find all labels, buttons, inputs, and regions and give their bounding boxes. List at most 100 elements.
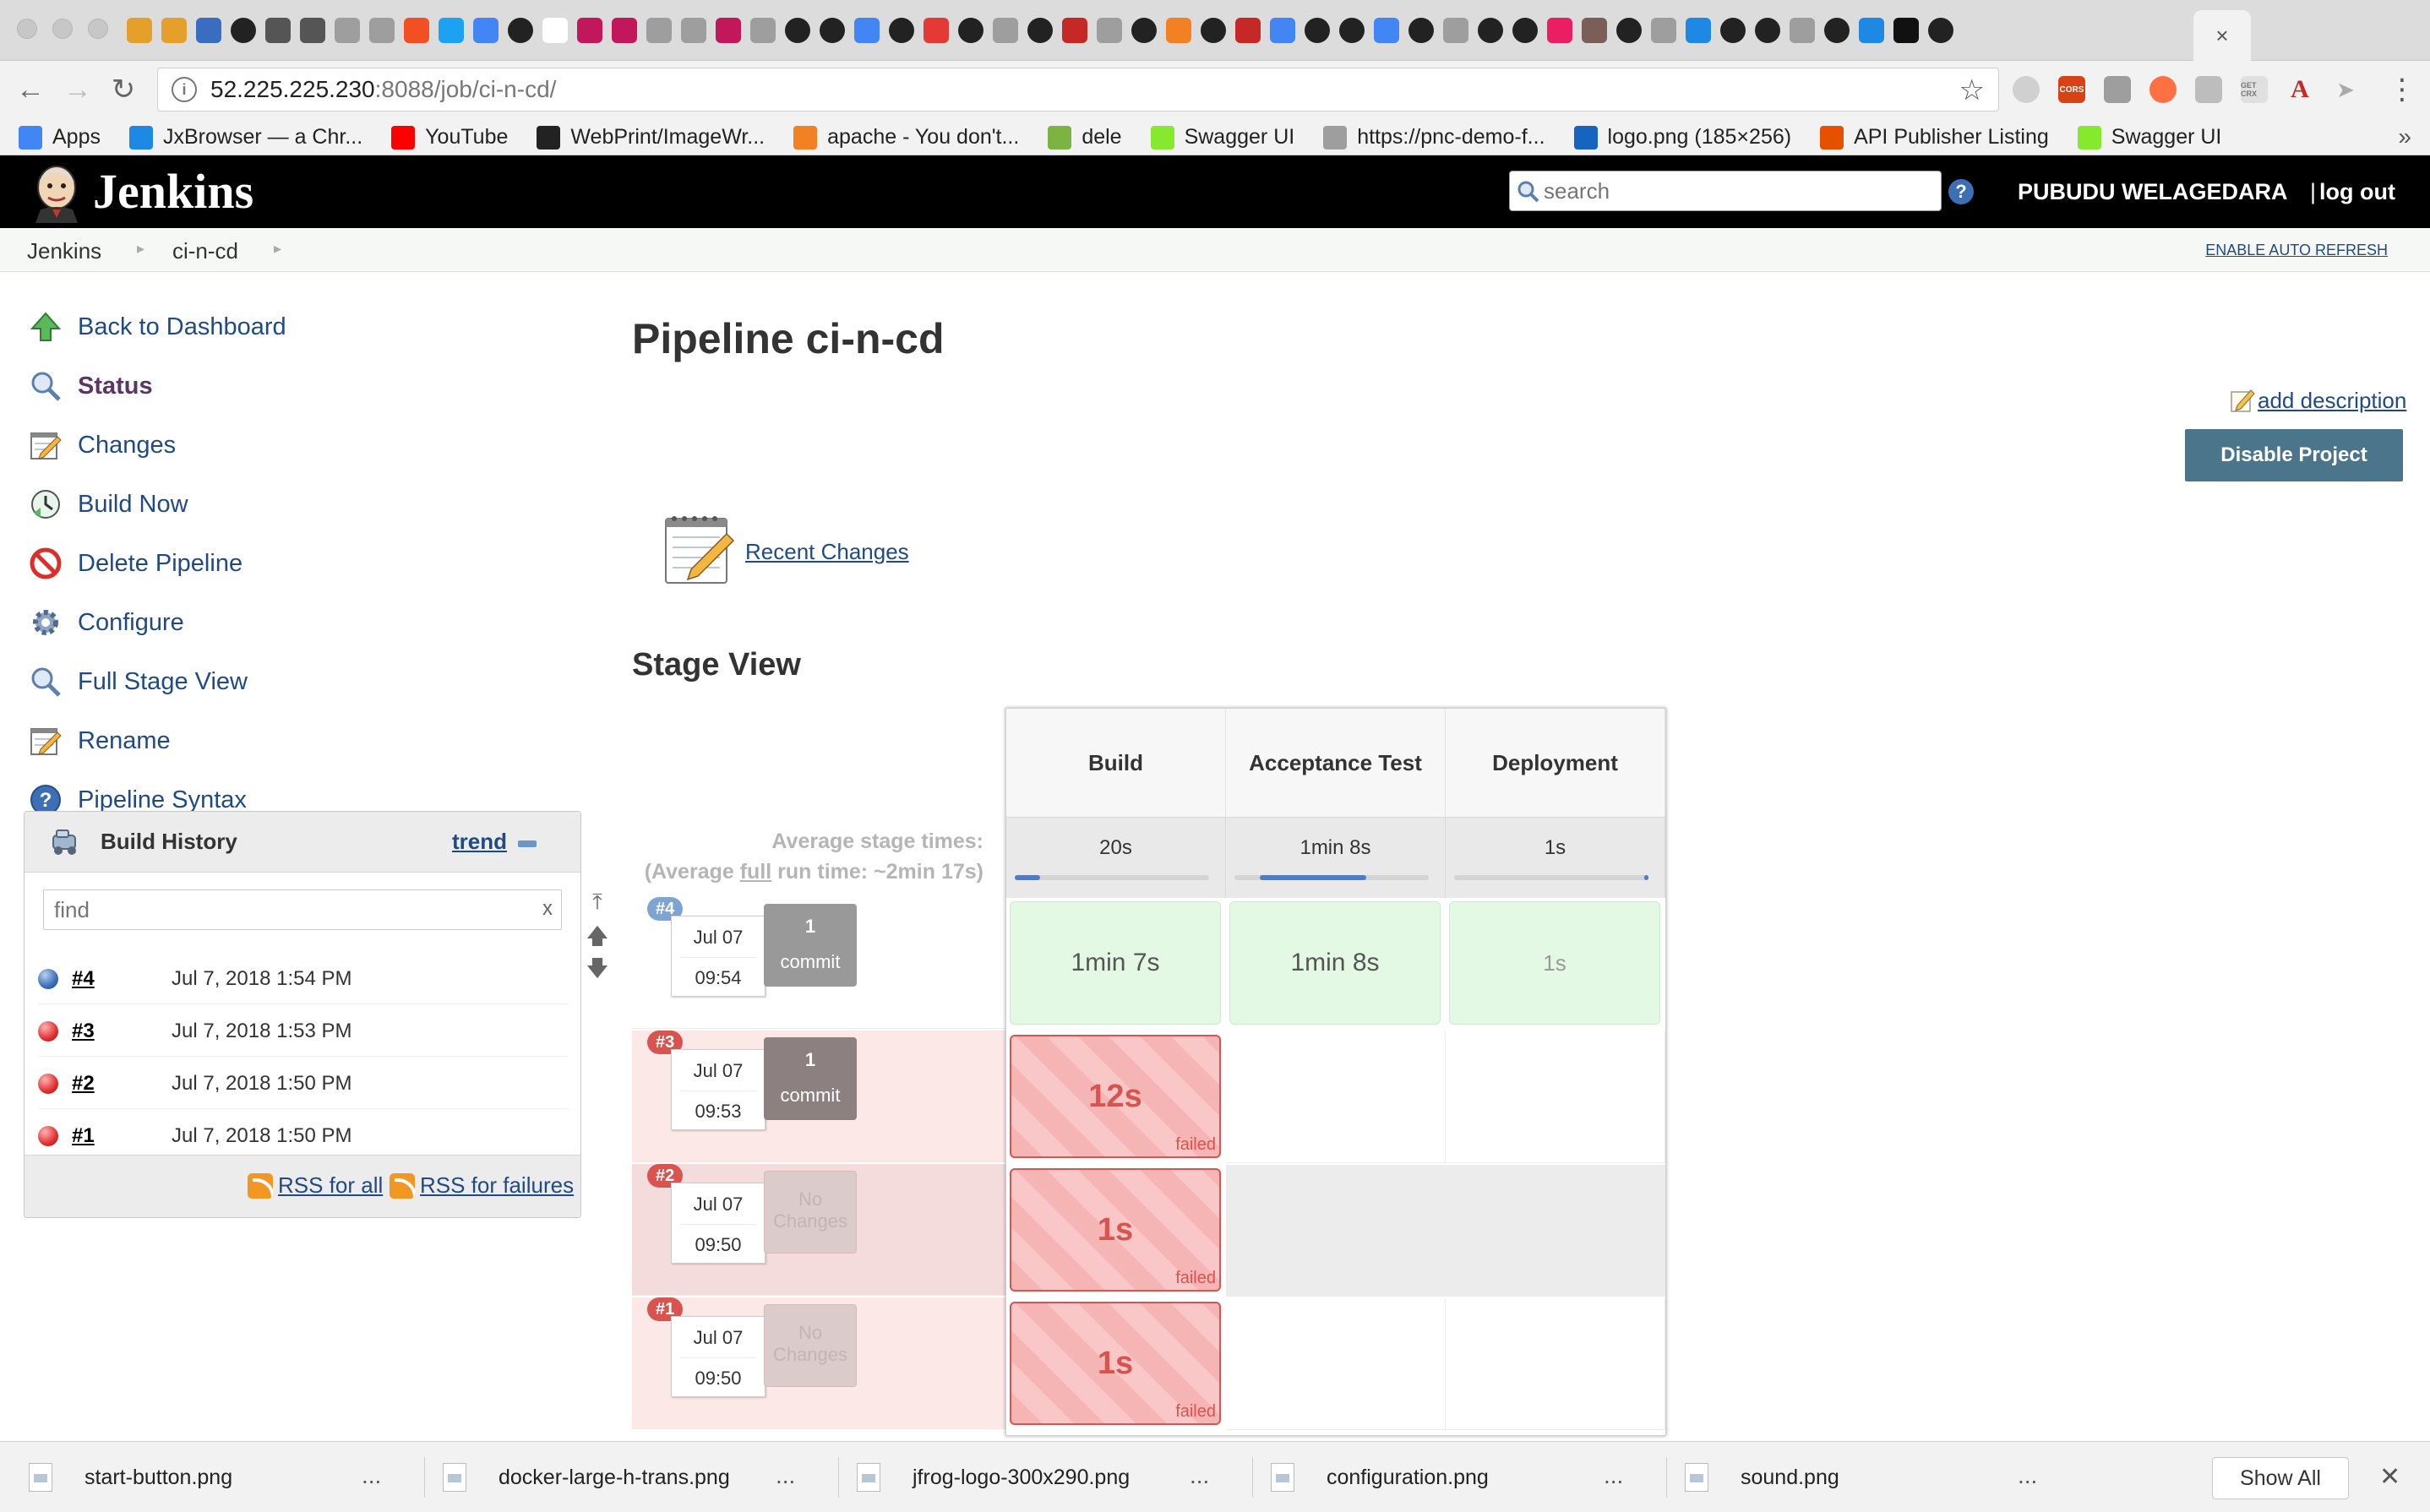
build-date[interactable]: Jul 7, 2018 1:53 PM: [172, 1020, 351, 1043]
run-row[interactable]: #3 Jul 07 09:53 1 commit: [632, 1031, 1005, 1162]
bookmark-item[interactable]: Apps: [19, 125, 101, 150]
tab-favicon-icon[interactable]: [231, 18, 256, 43]
tab-favicon-icon[interactable]: [265, 18, 291, 43]
scroll-top-icon[interactable]: ⤒: [592, 889, 602, 921]
tab-favicon-icon[interactable]: [854, 18, 880, 43]
tab-favicon-icon[interactable]: [404, 18, 429, 43]
disable-project-button[interactable]: Disable Project: [2185, 429, 2403, 481]
download-item[interactable]: sound.png...: [1685, 1442, 2072, 1512]
tab-favicon-icon[interactable]: [127, 18, 152, 43]
tab-favicon-icon[interactable]: [300, 18, 325, 43]
run-changes-box[interactable]: 1 commit: [764, 1037, 857, 1120]
tab-favicon-icon[interactable]: [1893, 18, 1919, 43]
maximize-window-button[interactable]: [88, 19, 108, 39]
scroll-up-icon[interactable]: 🡅: [586, 921, 609, 953]
tab-favicon-icon[interactable]: [577, 18, 602, 43]
recent-changes-link[interactable]: Recent Changes: [745, 539, 909, 565]
reload-icon[interactable]: ↻: [105, 71, 142, 108]
tab-favicon-icon[interactable]: [1131, 18, 1157, 43]
orange-extension-icon[interactable]: [2149, 76, 2177, 103]
tab-favicon-icon[interactable]: [889, 18, 914, 43]
tab-favicon-icon[interactable]: [335, 18, 360, 43]
tab-close-icon[interactable]: ×: [2215, 23, 2228, 49]
chevron-right-icon[interactable]: ▸: [274, 240, 281, 258]
tab-favicon-icon[interactable]: [646, 18, 672, 43]
tab-favicon-icon[interactable]: [1582, 18, 1607, 43]
font-extension-icon[interactable]: A: [2286, 75, 2313, 103]
help-icon[interactable]: ?: [1948, 179, 1974, 204]
collapse-icon[interactable]: [518, 840, 537, 847]
build-filter[interactable]: x: [43, 889, 562, 930]
close-shelf-icon[interactable]: ✕: [2379, 1462, 2400, 1492]
bookmark-item[interactable]: YouTube: [391, 125, 508, 150]
more-bookmarks-icon[interactable]: »: [2398, 123, 2411, 150]
search-box[interactable]: [1509, 171, 1942, 211]
build-number-link[interactable]: #2: [72, 1072, 172, 1096]
user-name-link[interactable]: PUBUDU WELAGEDARA: [2018, 179, 2288, 205]
clear-filter-icon[interactable]: x: [542, 897, 553, 921]
task-changes[interactable]: Changes: [27, 426, 176, 465]
task-full-stage-view[interactable]: Full Stage View: [27, 662, 248, 701]
download-item[interactable]: jfrog-logo-300x290.png...: [857, 1442, 1244, 1512]
build-number-link[interactable]: #3: [72, 1020, 172, 1043]
tab-favicon-icon[interactable]: [196, 18, 221, 43]
logout-link[interactable]: | log out: [2310, 179, 2395, 205]
run-row[interactable]: #2 Jul 07 09:50 No Changes: [632, 1164, 1005, 1296]
stage-cell-failed[interactable]: 12s failed: [1010, 1035, 1221, 1158]
download-item[interactable]: docker-large-h-trans.png...: [443, 1442, 830, 1512]
build-date[interactable]: Jul 7, 2018 1:54 PM: [172, 967, 351, 991]
trend-link[interactable]: trend: [452, 829, 507, 855]
task-delete-pipeline[interactable]: Delete Pipeline: [27, 544, 242, 583]
enable-auto-refresh-link[interactable]: ENABLE AUTO REFRESH: [2205, 242, 2388, 259]
tab-favicon-icon[interactable]: [1790, 18, 1815, 43]
tab-favicon-icon[interactable]: [542, 18, 568, 43]
bookmark-item[interactable]: API Publisher Listing: [1820, 125, 2049, 150]
task-rename[interactable]: Rename: [27, 721, 171, 760]
task-configure[interactable]: Configure: [27, 603, 184, 642]
download-options-icon[interactable]: ...: [2018, 1462, 2037, 1489]
tab-favicon-icon[interactable]: [508, 18, 533, 43]
tab-favicon-icon[interactable]: [1547, 18, 1572, 43]
recent-changes[interactable]: Recent Changes: [662, 510, 909, 586]
bookmark-item[interactable]: WebPrint/ImageWr...: [537, 125, 765, 150]
tab-favicon-icon[interactable]: [1928, 18, 1953, 43]
run-changes-box[interactable]: 1 commit: [764, 904, 857, 987]
minimize-window-button[interactable]: [52, 19, 73, 39]
tab-favicon-icon[interactable]: [820, 18, 845, 43]
build-history-row[interactable]: #3 Jul 7, 2018 1:53 PM: [38, 1006, 569, 1057]
scroll-down-icon[interactable]: 🡇: [586, 953, 609, 985]
android-extension-icon[interactable]: [2104, 76, 2131, 103]
get-crx-extension-icon[interactable]: GET CRX: [2241, 76, 2268, 103]
tab-favicon-icon[interactable]: [1859, 18, 1884, 43]
rss-failures-link[interactable]: RSS for failures: [390, 1172, 574, 1199]
tab-favicon-icon[interactable]: [369, 18, 395, 43]
tab-favicon-icon[interactable]: [958, 18, 983, 43]
jenkins-logo-icon[interactable]: [27, 162, 86, 223]
tab-favicon-icon[interactable]: [681, 18, 706, 43]
bookmark-item[interactable]: dele: [1048, 125, 1122, 150]
tab-favicon-icon[interactable]: [439, 18, 464, 43]
bookmark-item[interactable]: Swagger UI: [2077, 125, 2221, 150]
grid-extension-icon[interactable]: [2195, 76, 2222, 103]
tab-favicon-icon[interactable]: [1824, 18, 1850, 43]
tab-favicon-icon[interactable]: [1478, 18, 1503, 43]
build-history-row[interactable]: #2 Jul 7, 2018 1:50 PM: [38, 1058, 569, 1109]
tab-favicon-icon[interactable]: [924, 18, 949, 43]
run-row[interactable]: #1 Jul 07 09:50 No Changes: [632, 1297, 1005, 1429]
bookmark-star-icon[interactable]: ☆: [1959, 73, 1985, 107]
stage-cell-success[interactable]: 1s: [1449, 901, 1660, 1025]
forward-arrow-icon[interactable]: →: [59, 71, 96, 108]
search-input[interactable]: [1544, 177, 1915, 204]
build-history-row[interactable]: #1 Jul 7, 2018 1:50 PM: [38, 1111, 569, 1161]
tab-favicon-icon[interactable]: [1651, 18, 1676, 43]
info-icon[interactable]: i: [172, 77, 197, 102]
tab-favicon-icon[interactable]: [1235, 18, 1261, 43]
tab-favicon-icon[interactable]: [1339, 18, 1365, 43]
download-options-icon[interactable]: ...: [776, 1462, 795, 1489]
stage-cell-success[interactable]: 1min 7s: [1010, 901, 1221, 1025]
back-arrow-icon[interactable]: ←: [12, 71, 49, 108]
tab-favicon-icon[interactable]: [716, 18, 741, 43]
full-run-link[interactable]: full: [740, 860, 772, 884]
download-options-icon[interactable]: ...: [362, 1462, 381, 1489]
tab-favicon-icon[interactable]: [785, 18, 810, 43]
